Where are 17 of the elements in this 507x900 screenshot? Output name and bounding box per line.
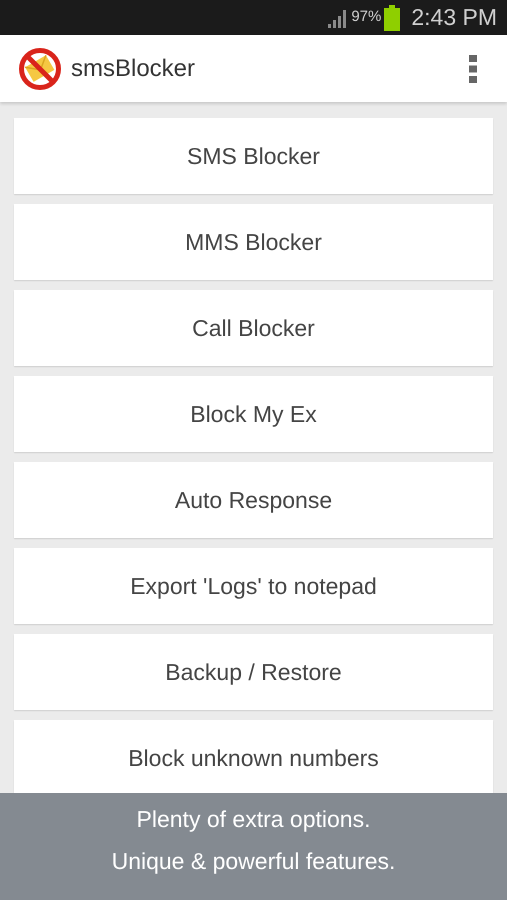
menu-button[interactable]: Block My Ex [14,376,493,452]
menu-button[interactable]: Backup / Restore [14,634,493,710]
menu-button[interactable]: Call Blocker [14,290,493,366]
overflow-menu-icon[interactable] [469,54,477,82]
menu-button[interactable]: SMS Blocker [14,118,493,194]
signal-icon [326,8,348,28]
blocked-envelope-icon [18,46,62,90]
app-title: smsBlocker [71,54,196,84]
caption-text: Plenty of extra options. [136,805,370,834]
battery-icon [384,4,400,30]
menu-button[interactable]: Auto Response [14,462,493,538]
menu-button[interactable]: MMS Blocker [14,204,493,280]
battery-percent: 97% [351,7,382,28]
menu-button[interactable]: Export 'Logs' to notepad [14,548,493,624]
menu-button[interactable]: Block unknown numbers [14,720,493,796]
caption-text: Unique & powerful features. [112,847,396,876]
clock: 2:43 PM [411,3,497,32]
